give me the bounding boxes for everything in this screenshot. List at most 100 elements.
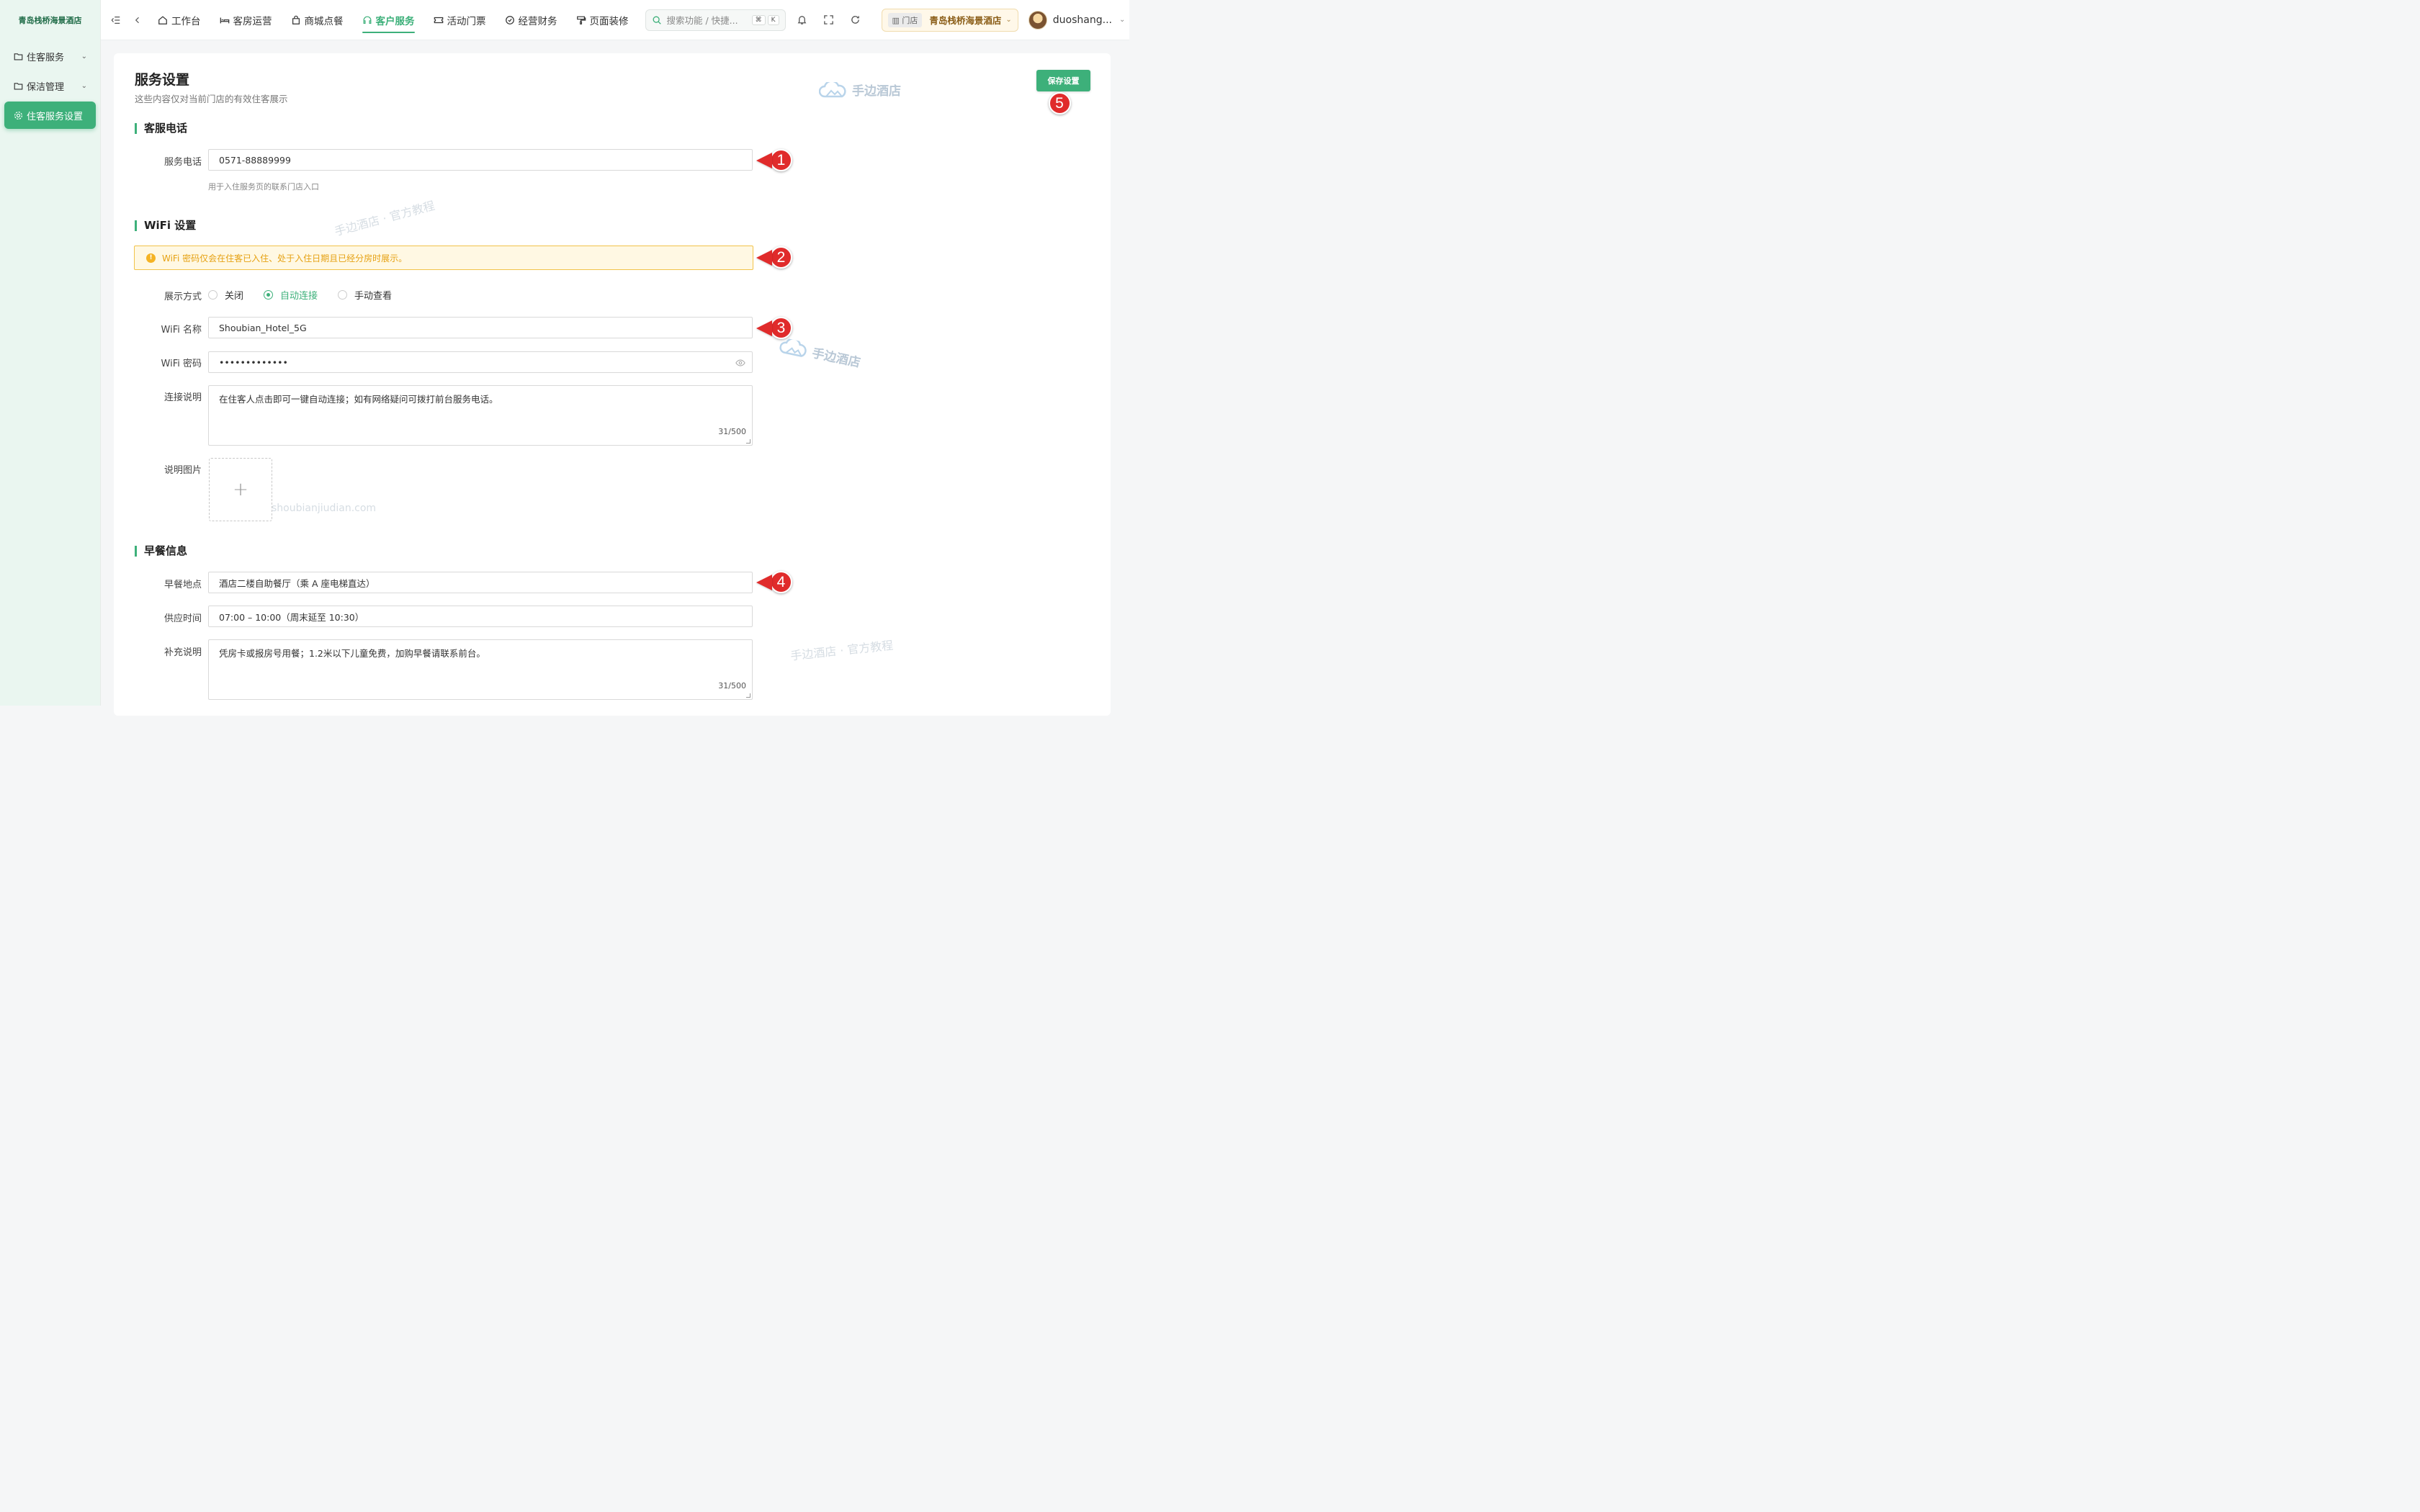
chevron-down-icon: ⌄ xyxy=(81,52,87,60)
avatar xyxy=(1028,10,1047,30)
folder-icon xyxy=(13,81,23,91)
callout-5: 5 xyxy=(1048,92,1071,114)
connect-desc-label: 连接说明 xyxy=(163,392,202,403)
wifi-password-label: WiFi 密码 xyxy=(161,359,202,369)
nav-page-design[interactable]: 页面装修 xyxy=(567,0,638,40)
sidebar-item-label: 保洁管理 xyxy=(27,81,65,93)
breakfast-time-label: 供应时间 xyxy=(163,613,202,624)
display-mode-label: 展示方式 xyxy=(163,292,202,302)
nav-customer-service[interactable]: 客户服务 xyxy=(353,0,424,40)
bag-icon xyxy=(291,15,301,25)
radio-manual-view[interactable]: 手动查看 xyxy=(338,288,392,302)
eye-icon[interactable] xyxy=(735,358,745,368)
page-title: 服务设置 xyxy=(135,72,190,88)
finance-icon xyxy=(505,15,515,25)
plus-icon: + xyxy=(233,479,248,500)
nav-shop[interactable]: 商城点餐 xyxy=(282,0,353,40)
breakfast-time-value: 07:00 – 10:00（周末延至 10:30） xyxy=(219,611,364,623)
shortcut-key: ⌘ xyxy=(751,14,766,25)
bed-icon xyxy=(220,15,230,25)
collapse-menu-icon[interactable] xyxy=(105,0,127,40)
image-upload-button[interactable]: + xyxy=(209,458,272,521)
sidebar-item-label: 住客服务 xyxy=(27,52,65,63)
callout-number: 5 xyxy=(1048,92,1071,114)
callout-1: 1 xyxy=(756,149,792,171)
nav-label: 客户服务 xyxy=(375,15,415,27)
service-phone-label: 服务电话 xyxy=(163,157,202,168)
radio-auto-connect[interactable]: 自动连接 xyxy=(264,288,318,302)
nav-workbench[interactable]: 工作台 xyxy=(148,0,210,40)
paint-icon xyxy=(576,15,586,25)
breakfast-location-input[interactable]: 酒店二楼自助餐厅（乘 A 座电梯直达） xyxy=(208,572,753,593)
bell-icon[interactable] xyxy=(789,0,815,40)
arrow-left-icon xyxy=(756,574,772,590)
resize-handle[interactable] xyxy=(746,439,750,444)
breakfast-note-label: 补充说明 xyxy=(163,647,202,658)
store-tag-label: 门店 xyxy=(902,15,918,25)
service-phone-input[interactable]: 0571-88889999 xyxy=(208,149,753,171)
home-icon xyxy=(158,15,168,25)
search-shortcut: ⌘ K xyxy=(751,14,779,25)
radio-label: 自动连接 xyxy=(280,291,318,302)
wifi-name-input[interactable]: Shoubian_Hotel_5G xyxy=(208,317,753,338)
callout-number: 4 xyxy=(770,571,792,593)
store-name: 青岛栈桥海景酒店 xyxy=(929,15,1002,26)
ticket-icon xyxy=(434,15,444,25)
section-title-wifi: WiFi 设置 xyxy=(135,220,196,231)
nav-label: 商城点餐 xyxy=(304,15,344,27)
building-icon: ▥ xyxy=(892,15,902,25)
sidebar: 青岛栈桥海景酒店 住客服务 ⌄ 保洁管理 ⌄ 住客服务设置 xyxy=(0,0,101,706)
nav-label: 工作台 xyxy=(171,15,201,27)
save-button[interactable]: 保存设置 xyxy=(1036,70,1090,91)
display-mode-radio-group: 关闭 自动连接 手动查看 xyxy=(208,288,412,302)
service-phone-hint: 用于入住服务页的联系门店入口 xyxy=(208,182,319,192)
brand-name: 青岛栈桥海景酒店 xyxy=(18,16,82,25)
search-input[interactable]: 搜索功能 / 快捷... ⌘ K xyxy=(645,9,786,31)
sidebar-item-cleaning[interactable]: 保洁管理 ⌄ xyxy=(4,72,96,99)
nav-tickets[interactable]: 活动门票 xyxy=(424,0,496,40)
fullscreen-icon[interactable] xyxy=(815,0,842,40)
back-icon[interactable] xyxy=(127,0,148,40)
gear-icon xyxy=(13,110,23,120)
arrow-left-icon xyxy=(756,152,772,168)
folder-icon xyxy=(13,51,23,61)
sidebar-item-guest-service-settings[interactable]: 住客服务设置 xyxy=(4,102,96,129)
connect-desc-textarea[interactable]: 在住客人点击即可一键自动连接；如有网络疑问可拨打前台服务电话。 31/500 xyxy=(208,385,753,446)
chevron-down-icon: ⌄ xyxy=(1119,16,1126,24)
user-menu[interactable]: duoshang... ⌄ xyxy=(1028,10,1126,30)
shortcut-key: K xyxy=(767,14,779,25)
sidebar-item-label: 住客服务设置 xyxy=(27,111,84,122)
breakfast-note-value: 凭房卡或报房号用餐；1.2米以下儿童免费，加购早餐请联系前台。 xyxy=(219,648,485,659)
wifi-password-value: ••••••••••••• xyxy=(219,356,288,368)
wifi-name-label: WiFi 名称 xyxy=(161,325,202,336)
store-selector[interactable]: ▥ 门店 青岛栈桥海景酒店 ⌄ xyxy=(881,8,1018,32)
callout-4: 4 xyxy=(756,571,792,593)
username: duoshang... xyxy=(1052,14,1112,26)
nav-label: 经营财务 xyxy=(518,15,557,27)
char-count: 31/500 xyxy=(718,681,746,690)
radio-off[interactable]: 关闭 xyxy=(208,288,243,302)
nav-finance[interactable]: 经营财务 xyxy=(496,0,567,40)
section-title-phone: 客服电话 xyxy=(135,123,187,134)
section-title-breakfast: 早餐信息 xyxy=(135,546,187,557)
refresh-icon[interactable] xyxy=(842,0,869,40)
resize-handle[interactable] xyxy=(746,693,750,698)
callout-number: 1 xyxy=(770,149,792,171)
breakfast-note-textarea[interactable]: 凭房卡或报房号用餐；1.2米以下儿童免费，加购早餐请联系前台。 31/500 xyxy=(208,639,753,700)
wifi-name-value: Shoubian_Hotel_5G xyxy=(219,322,307,333)
nav-label: 活动门票 xyxy=(447,15,486,27)
wifi-password-input[interactable]: ••••••••••••• xyxy=(208,351,753,373)
sidebar-item-guest-service[interactable]: 住客服务 ⌄ xyxy=(4,42,96,70)
radio-label: 手动查看 xyxy=(354,291,393,302)
breakfast-time-input[interactable]: 07:00 – 10:00（周末延至 10:30） xyxy=(208,606,753,627)
radio-label: 关闭 xyxy=(225,291,244,302)
desc-image-label: 说明图片 xyxy=(163,465,202,476)
nav-room-ops[interactable]: 客房运营 xyxy=(210,0,282,40)
callout-number: 3 xyxy=(770,317,792,339)
search-icon xyxy=(652,15,662,25)
search-placeholder: 搜索功能 / 快捷... xyxy=(666,15,738,26)
radio-circle xyxy=(208,290,218,300)
callout-number: 2 xyxy=(770,246,792,269)
nav-label: 客房运营 xyxy=(233,15,272,27)
char-count: 31/500 xyxy=(718,427,746,436)
